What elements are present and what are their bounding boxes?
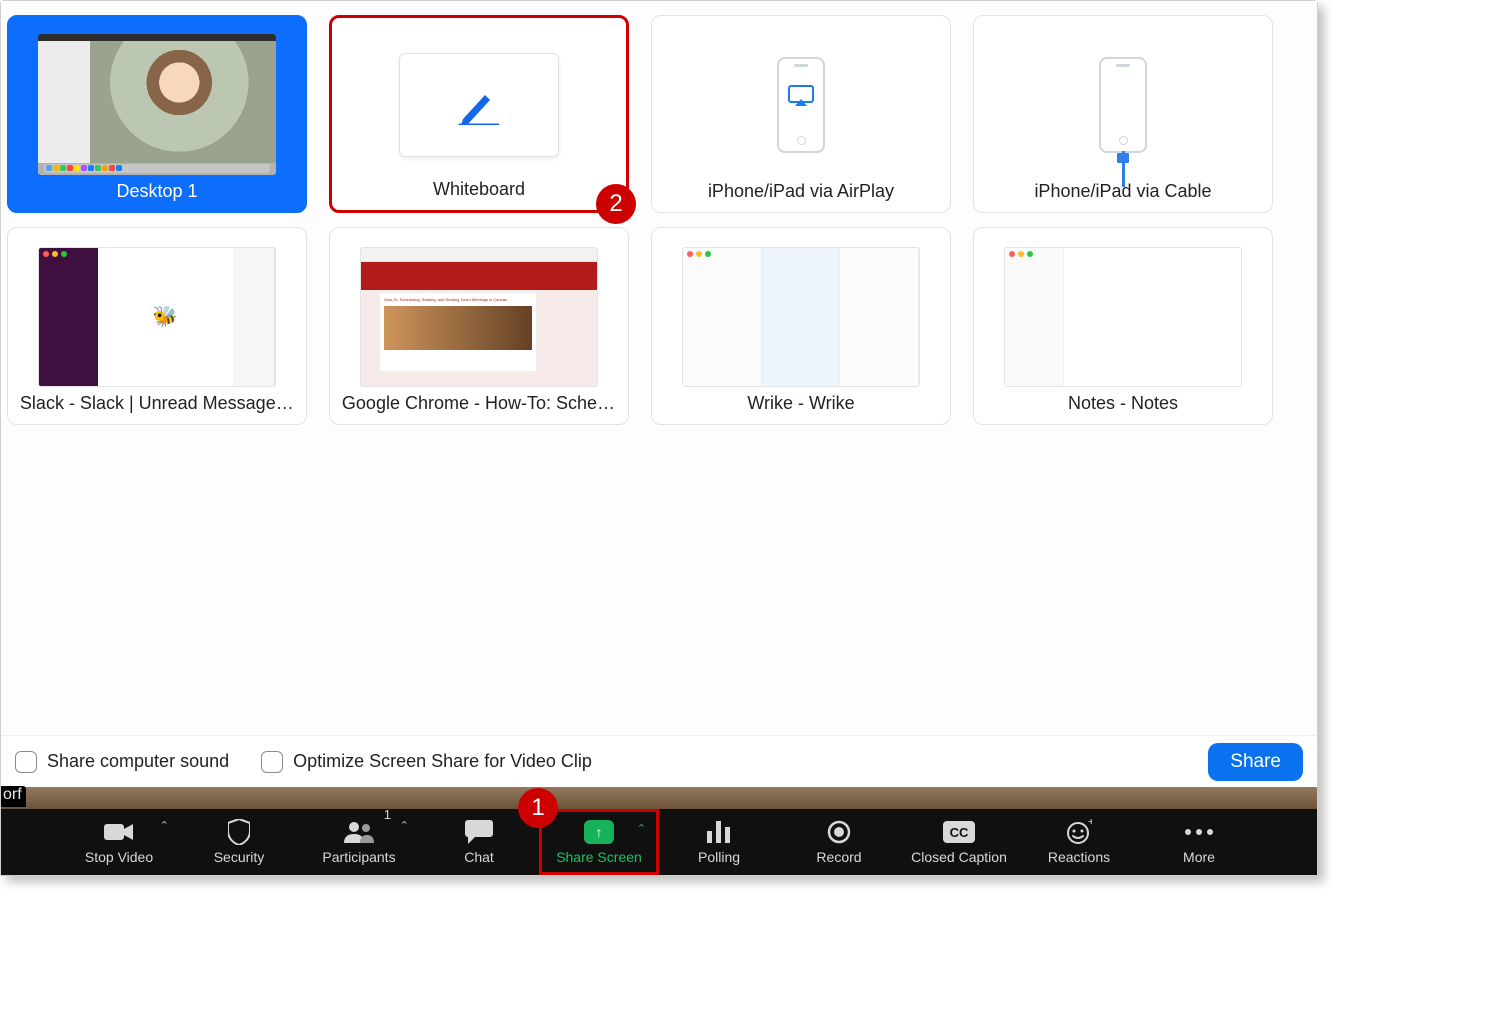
toolbar-participants[interactable]: ⌃ 1 Participants [299,809,419,875]
share-screen-icon: ↑ [584,820,614,844]
toolbar-label: Polling [698,849,740,865]
toolbar-label: Reactions [1048,849,1110,865]
toolbar-label: Chat [464,849,494,865]
toolbar-more[interactable]: More [1139,809,1259,875]
closed-caption-icon: CC [943,821,975,843]
share-tile-iphone-airplay[interactable]: iPhone/iPad via AirPlay [651,15,951,213]
callout-badge-1: 1 [518,788,558,828]
share-button[interactable]: Share [1208,743,1303,781]
participant-name-fragment: orf [1,786,26,807]
toolbar-label: Stop Video [85,849,153,865]
share-tile-label: Wrike - Wrike [747,393,854,414]
share-screen-panel: Desktop 1 Whiteboard 2 [1,1,1317,787]
toolbar-label: Share Screen [556,849,642,865]
share-tile-iphone-cable[interactable]: iPhone/iPad via Cable [973,15,1273,213]
toolbar-record[interactable]: Record [779,809,899,875]
reactions-icon: + [1066,819,1092,845]
share-tile-wrike[interactable]: Wrike - Wrike [651,227,951,425]
toolbar-label: Closed Caption [911,849,1007,865]
zoom-window: Desktop 1 Whiteboard 2 [0,0,1318,876]
zoom-toolbar: ⌃ Stop Video Security ⌃ 1 Participants C… [1,809,1317,875]
toolbar-polling[interactable]: Polling [659,809,779,875]
participants-icon [343,821,375,843]
checkbox-optimize-video[interactable]: Optimize Screen Share for Video Clip [261,751,592,773]
toolbar-label: Security [214,849,265,865]
iphone-thumbnail [1099,57,1147,153]
share-tile-label: iPhone/iPad via AirPlay [708,181,894,202]
share-tile-whiteboard[interactable]: Whiteboard 2 [329,15,629,213]
video-icon [104,822,134,842]
checkbox-label: Optimize Screen Share for Video Clip [293,751,592,772]
share-tile-desktop-1[interactable]: Desktop 1 [7,15,307,213]
toolbar-stop-video[interactable]: ⌃ Stop Video [59,809,179,875]
iphone-thumbnail [777,57,825,153]
whiteboard-thumbnail [399,53,559,157]
pen-icon [457,85,501,125]
notes-thumbnail [1004,247,1242,387]
share-tile-label: Whiteboard [433,179,525,200]
toolbar-label: More [1183,849,1215,865]
participants-count: 1 [384,807,391,822]
desktop-thumbnail [38,34,276,175]
checkbox-label: Share computer sound [47,751,229,772]
share-tile-label: Notes - Notes [1068,393,1178,414]
toolbar-closed-caption[interactable]: CC Closed Caption [899,809,1019,875]
svg-text:CC: CC [950,825,969,840]
callout-badge-2: 2 [596,184,636,224]
toolbar-label: Participants [322,849,395,865]
share-tile-notes[interactable]: Notes - Notes [973,227,1273,425]
toolbar-reactions[interactable]: + Reactions [1019,809,1139,875]
wrike-thumbnail [682,247,920,387]
chrome-thumbnail: How-To: Scheduling, Starting, and Sharin… [360,247,598,387]
svg-text:+: + [1088,819,1092,828]
toolbar-share-screen[interactable]: 1 ⌃ ↑ Share Screen [539,809,659,875]
chevron-up-icon[interactable]: ⌃ [400,819,409,832]
chevron-up-icon[interactable]: ⌃ [160,819,169,832]
toolbar-security[interactable]: Security [179,809,299,875]
toolbar-label: Record [816,849,861,865]
share-tile-chrome[interactable]: How-To: Scheduling, Starting, and Sharin… [329,227,629,425]
airplay-icon [788,85,814,107]
slack-thumbnail: 🐝 [38,247,276,387]
checkbox-share-sound[interactable]: Share computer sound [15,751,229,773]
checkbox-icon [15,751,37,773]
polling-icon [707,821,731,843]
record-icon [827,820,851,844]
video-background-strip [1,787,1317,809]
chevron-up-icon[interactable]: ⌃ [637,822,646,835]
share-tile-label: Desktop 1 [116,181,197,202]
share-tile-label: Google Chrome - How-To: Schedul… [342,393,616,414]
checkbox-icon [261,751,283,773]
chat-icon [465,820,493,844]
share-tile-slack[interactable]: 🐝 Slack - Slack | Unread Messages |… [7,227,307,425]
share-grid: Desktop 1 Whiteboard 2 [1,1,1317,439]
shield-icon [228,819,250,845]
share-tile-label: Slack - Slack | Unread Messages |… [20,393,294,414]
more-icon [1184,828,1214,836]
share-panel-footer: Share computer sound Optimize Screen Sha… [1,735,1317,787]
